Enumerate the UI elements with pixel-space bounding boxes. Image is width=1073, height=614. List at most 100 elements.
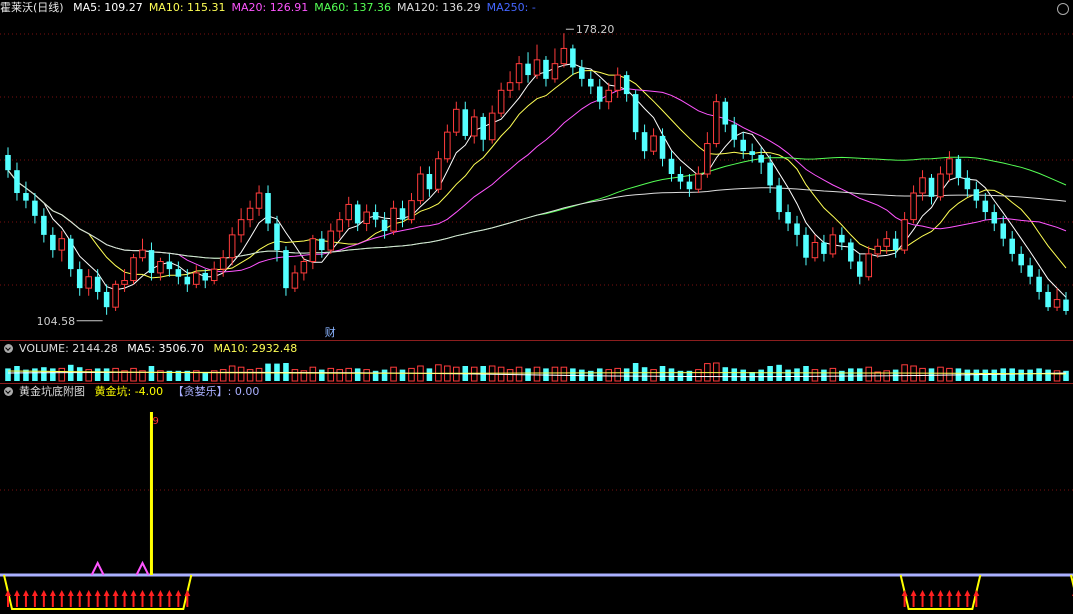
ma-legend-item: MA10: 115.31: [148, 1, 226, 14]
buy-arrow-icon: [955, 590, 962, 596]
candle: [354, 204, 361, 224]
candle: [821, 242, 827, 254]
volume-bar: [32, 368, 38, 381]
buy-arrow-icon: [76, 590, 83, 596]
volume-pane[interactable]: VOLUME: 2144.28 MA5: 3506.70 MA10: 2932.…: [0, 341, 1073, 383]
buy-arrow-icon: [937, 590, 944, 596]
volume-bar: [219, 369, 227, 382]
candle: [749, 151, 755, 155]
candle: [103, 291, 110, 308]
indicator-pane[interactable]: 黄金坑底附图 黄金坑: -4.00 【贪婪乐】: 0.00 9: [0, 384, 1073, 614]
price-pane[interactable]: 霍莱沃(日线) MA5: 109.27 MA10: 115.31 MA20: 126…: [0, 0, 1073, 340]
buy-arrow-icon: [112, 590, 119, 596]
candle: [740, 139, 746, 152]
volume-bar: [919, 367, 926, 382]
price-chart[interactable]: 178.20 104.58 财: [0, 0, 1073, 340]
indicator-chart[interactable]: 9: [0, 384, 1073, 614]
volume-bar: [785, 369, 791, 381]
volume-bar: [803, 366, 809, 381]
indicator-options-icon[interactable]: [4, 387, 13, 396]
candle: [246, 207, 254, 221]
volume-options-icon[interactable]: [4, 344, 13, 353]
candle: [551, 63, 559, 80]
candle: [614, 74, 621, 91]
candle: [560, 47, 568, 65]
candle: [50, 234, 56, 251]
volume-ma10: MA10: 2932.48: [213, 342, 298, 355]
candle: [794, 223, 800, 235]
candle: [435, 158, 442, 190]
volume-bar: [668, 368, 675, 381]
volume-bar: [426, 368, 433, 381]
buy-arrow-icon: [85, 590, 92, 596]
volume-bar: [758, 369, 764, 381]
buy-arrow-icon: [139, 590, 146, 596]
greedy-peak: [90, 560, 105, 576]
event-marker: 财: [325, 325, 336, 339]
volume-bar: [399, 369, 406, 381]
candle: [677, 174, 684, 182]
volume-bar: [623, 368, 630, 381]
candle: [5, 154, 11, 171]
candle: [336, 219, 344, 232]
volume-bar: [103, 368, 110, 381]
buy-arrow-icon: [973, 590, 980, 596]
buy-arrow-icon: [58, 590, 65, 596]
candle: [41, 215, 47, 235]
candle: [937, 173, 944, 198]
indicator-title: 黄金坑底附图: [19, 385, 85, 398]
volume-bar: [202, 372, 209, 381]
candle: [488, 112, 496, 141]
candle: [525, 63, 531, 76]
candle: [274, 223, 280, 251]
buy-arrow-icon: [157, 590, 164, 596]
candle: [641, 132, 648, 152]
buy-arrow-icon: [31, 590, 38, 596]
candle: [506, 82, 514, 91]
volume-bar: [848, 368, 854, 381]
indicator-legend: 黄金坑底附图 黄金坑: -4.00 【贪婪乐】: 0.00: [0, 384, 265, 400]
candle: [579, 67, 585, 79]
candle: [803, 234, 809, 258]
candle: [785, 212, 791, 224]
candle: [668, 158, 675, 174]
buy-arrow-icon: [130, 590, 137, 596]
candle: [857, 261, 863, 277]
volume-bar: [148, 366, 155, 381]
candle: [32, 200, 38, 216]
volume-bar: [94, 368, 101, 381]
candle: [497, 89, 505, 114]
candle: [632, 94, 639, 133]
volume-bar: [659, 366, 666, 381]
candle: [776, 185, 782, 213]
candle: [955, 158, 962, 178]
volume-bar: [237, 366, 245, 382]
candle: [166, 261, 173, 270]
volume-bar: [928, 368, 935, 381]
candle: [686, 181, 693, 190]
volume-bar: [390, 366, 397, 382]
period-label: (日线): [33, 1, 64, 14]
volume-bar: [605, 369, 613, 382]
candle: [58, 238, 66, 251]
volume-bar: [811, 369, 819, 382]
candle: [865, 253, 873, 278]
buy-arrow-icon: [175, 590, 182, 596]
candle: [408, 200, 415, 221]
volume-bar: [767, 366, 773, 381]
candle: [1018, 253, 1024, 266]
volume-bar: [372, 370, 379, 381]
volume-bar: [560, 366, 568, 382]
close-icon[interactable]: [1057, 3, 1069, 15]
volume-bar: [991, 369, 998, 381]
candle: [1027, 265, 1033, 277]
candle: [1053, 299, 1061, 308]
candle: [713, 101, 720, 145]
greedy-peak: [135, 560, 150, 576]
candle: [210, 268, 218, 282]
candle: [184, 276, 191, 285]
candle: [121, 280, 128, 285]
stock-name: 霍莱沃: [0, 1, 33, 14]
buy-arrow-icon: [5, 590, 11, 596]
volume-bar: [291, 369, 299, 382]
